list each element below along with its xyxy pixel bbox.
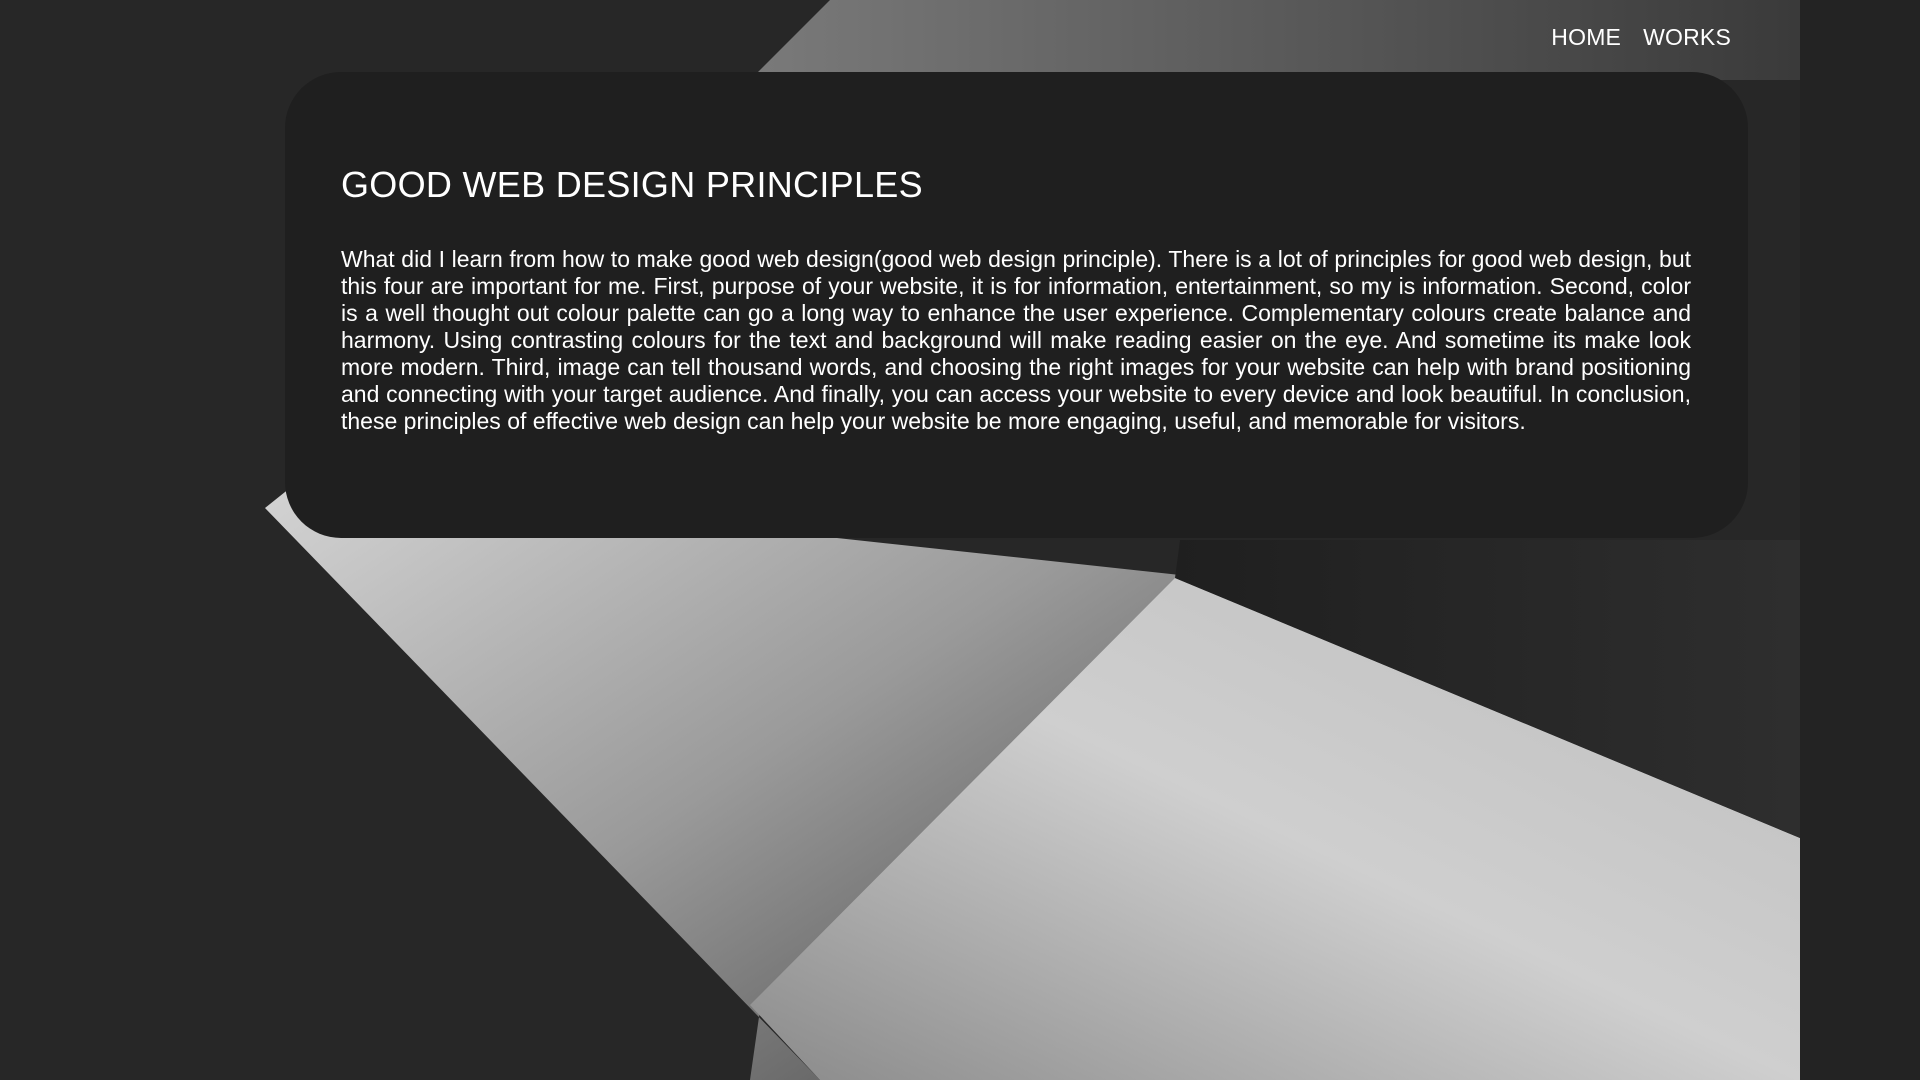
article-title: GOOD WEB DESIGN PRINCIPLES [341,164,923,205]
top-nav: HOME WORKS [1551,24,1731,51]
nav-link-works[interactable]: WORKS [1643,24,1731,51]
article-card: GOOD WEB DESIGN PRINCIPLES What did I le… [285,72,1748,538]
nav-link-home[interactable]: HOME [1551,24,1621,51]
article-body: What did I learn from how to make good w… [341,246,1691,434]
page: HOME WORKS GOOD WEB DESIGN PRINCIPLES Wh… [0,0,1920,1080]
